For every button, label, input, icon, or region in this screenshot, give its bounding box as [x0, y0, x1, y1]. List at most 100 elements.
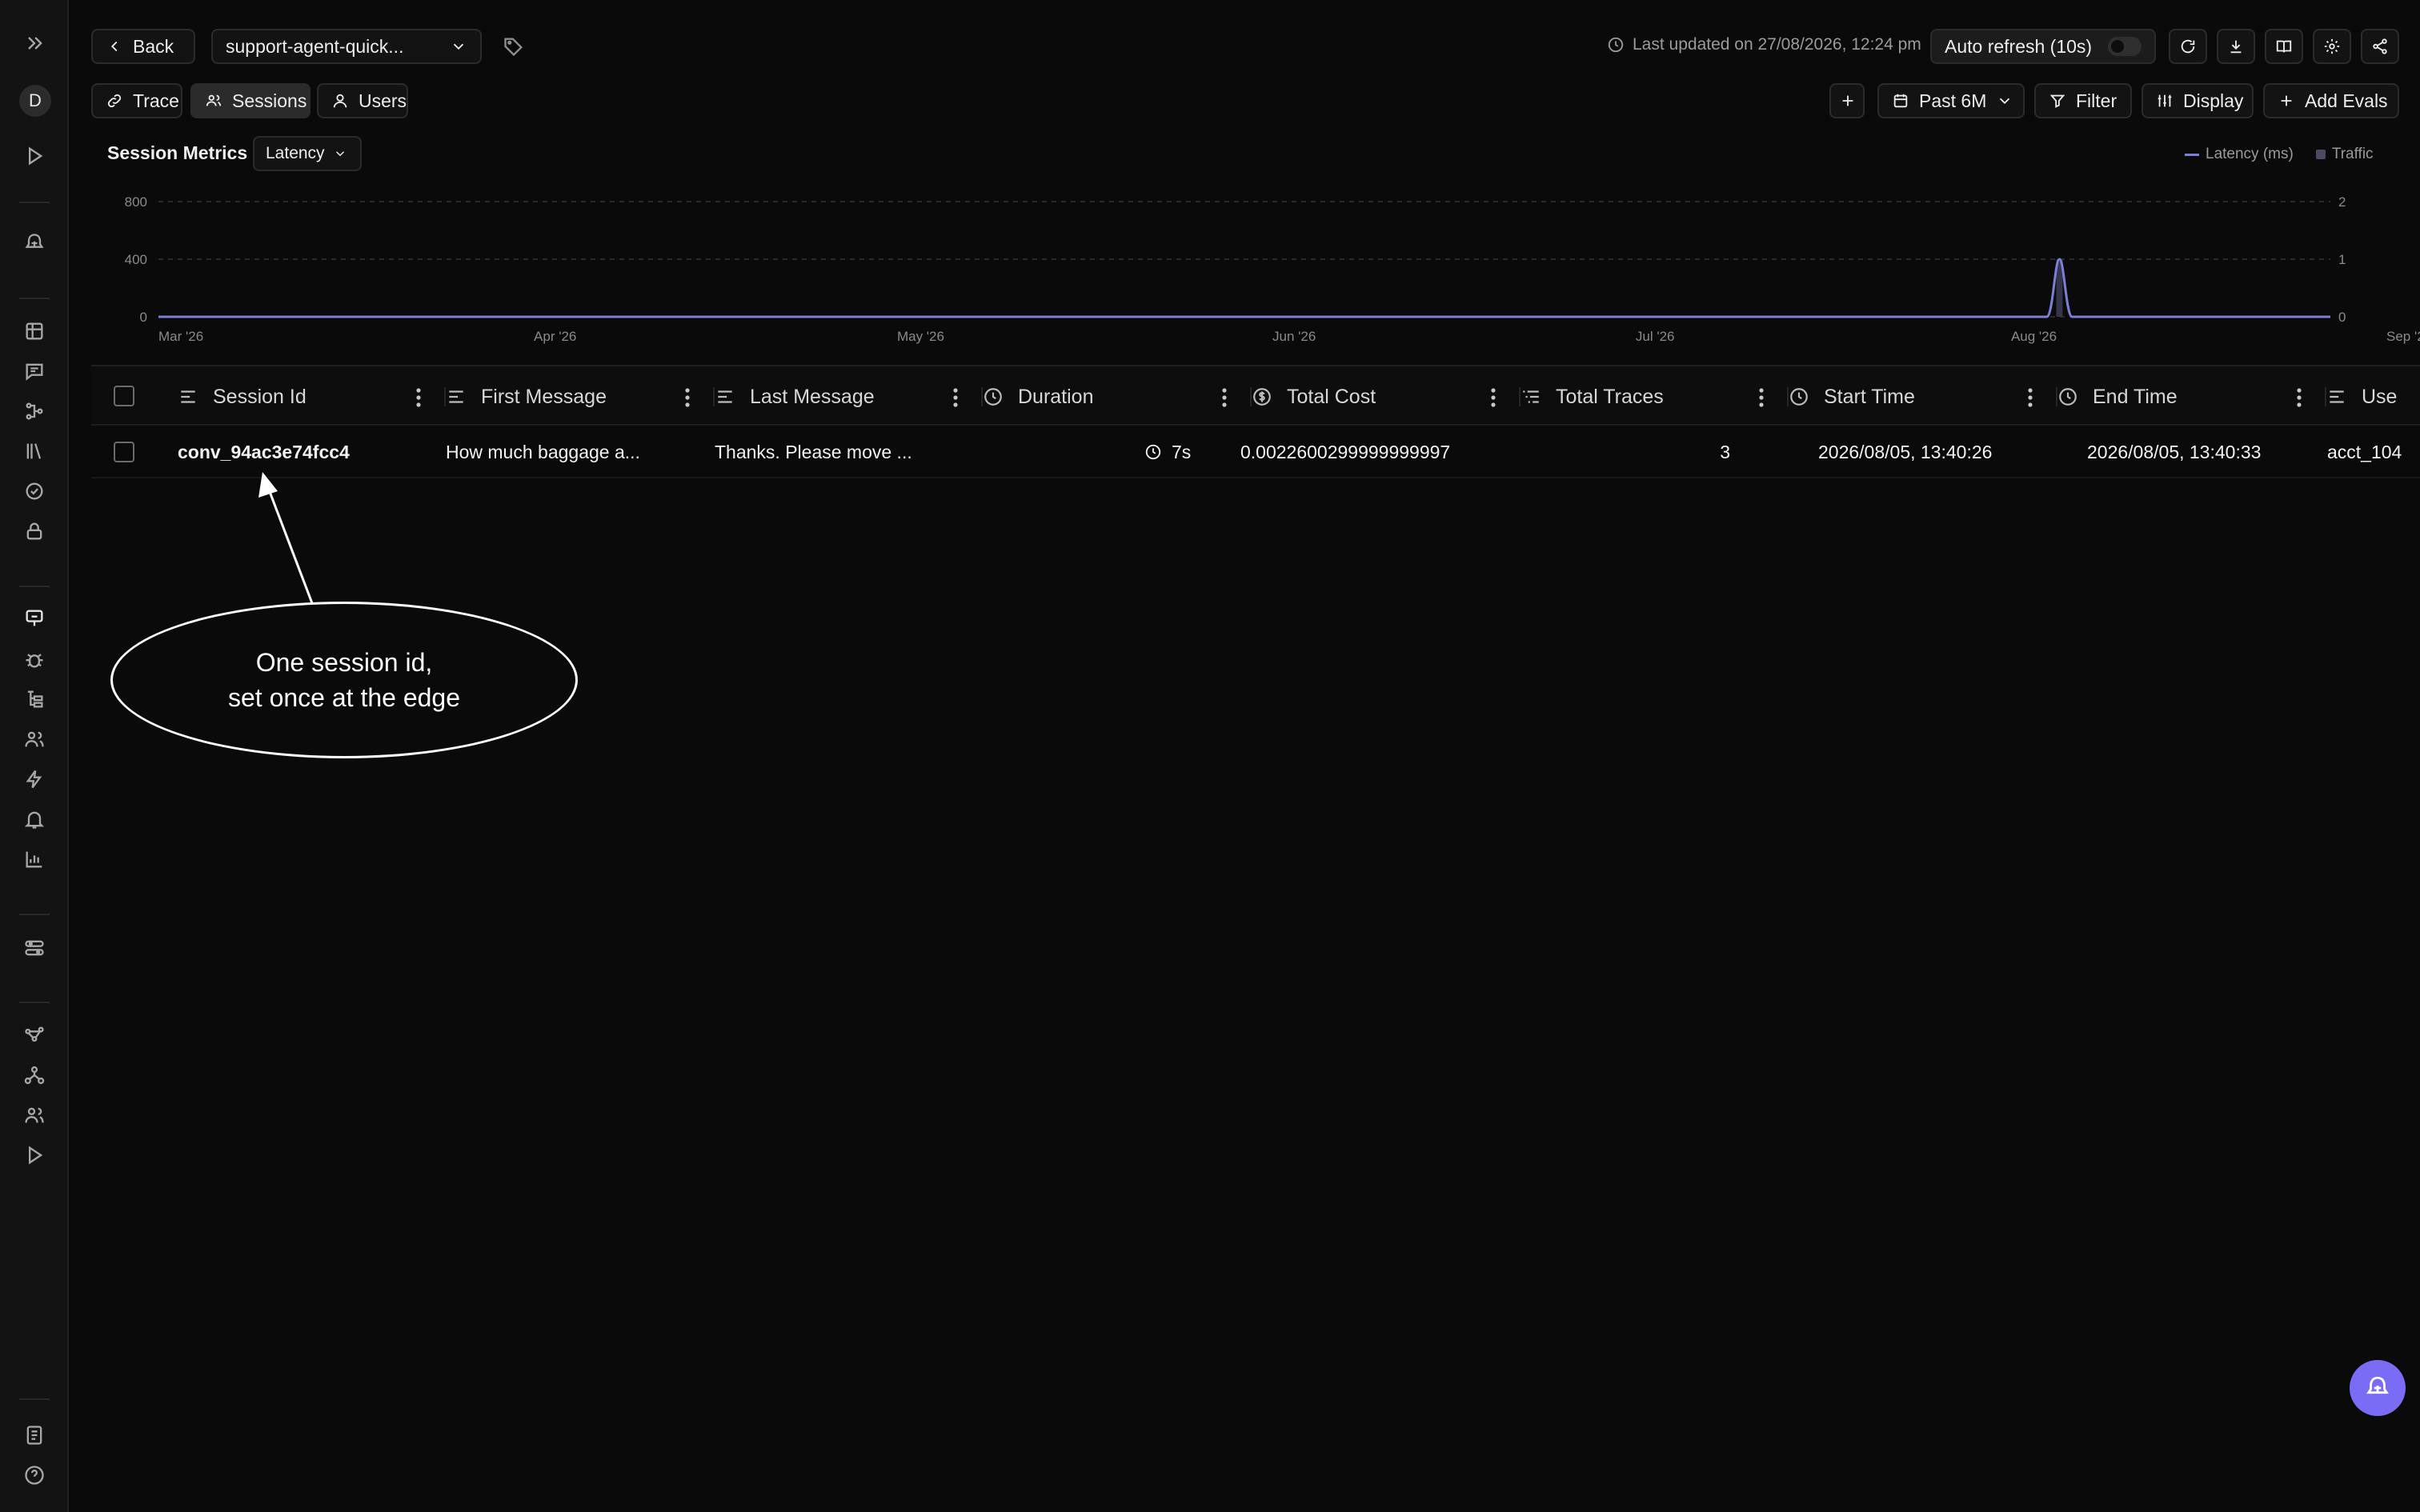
cell-session-id[interactable]: conv_94ac3e74fcc4 [178, 426, 418, 478]
display-label: Display [2183, 90, 2244, 111]
user-icon [333, 94, 347, 108]
column-header-end-time[interactable]: End Time [2057, 366, 2326, 427]
column-header-start-time[interactable]: Start Time [1789, 366, 2057, 427]
filter-label: Filter [2076, 90, 2118, 111]
add-button[interactable] [1829, 83, 1865, 118]
tab-sessions[interactable]: Sessions [190, 83, 311, 118]
column-header-session-id[interactable]: Session Id [178, 366, 446, 427]
knowledge-base-icon[interactable] [18, 434, 51, 468]
book-open-icon [2276, 40, 2292, 53]
share-button[interactable] [2361, 29, 2399, 64]
cell-duration: 7s [1144, 426, 1240, 478]
plus-icon [1842, 95, 1853, 106]
lock-icon[interactable] [18, 514, 51, 548]
users-icon[interactable] [18, 722, 51, 756]
metric-select[interactable]: Latency [253, 136, 362, 171]
download-button[interactable] [2217, 29, 2255, 64]
help-icon[interactable] [18, 1458, 51, 1492]
column-menu-icon[interactable] [2296, 387, 2302, 408]
clock-icon [1790, 388, 1808, 406]
run-icon[interactable] [18, 1138, 51, 1172]
column-menu-icon[interactable] [2027, 387, 2033, 408]
docs-button[interactable] [2265, 29, 2303, 64]
cell-end-time: 2026/08/05, 13:40:33 [2087, 441, 2262, 462]
column-header-use[interactable]: Use [2326, 366, 2420, 427]
x-axis-tick-label: Mar '26 [158, 329, 203, 344]
workflow-icon[interactable] [18, 394, 51, 428]
bug-icon[interactable] [18, 642, 51, 676]
add-evals-button[interactable]: Add Evals [2263, 83, 2399, 118]
clock-icon [984, 388, 1002, 406]
auto-refresh-switch[interactable] [2108, 37, 2142, 56]
column-header-first-message[interactable]: First Message [446, 366, 715, 427]
row-checkbox[interactable] [114, 442, 134, 462]
column-header-label: Last Message [750, 385, 875, 408]
tab-sessions-label: Sessions [232, 90, 307, 111]
column-header-label: Use [2362, 385, 2398, 408]
list-filter-icon [1523, 390, 1539, 403]
column-menu-icon[interactable] [684, 387, 691, 408]
tab-trace[interactable]: Trace [91, 83, 182, 118]
tab-users[interactable]: Users [317, 83, 408, 118]
agents-icon[interactable] [18, 1058, 51, 1092]
column-menu-icon[interactable] [1490, 387, 1496, 408]
traces-tree-icon[interactable] [18, 682, 51, 716]
users-icon [206, 94, 222, 106]
team-icon[interactable] [18, 1098, 51, 1132]
plus-icon [2281, 95, 2292, 106]
x-axis-tick-label: Apr '26 [534, 329, 576, 344]
rail-divider [19, 914, 50, 915]
date-range-select[interactable]: Past 6M [1877, 83, 2025, 118]
session-metrics-title: Session Metrics [107, 142, 248, 163]
filter-button[interactable]: Filter [2034, 83, 2132, 118]
expand-sidebar-icon[interactable] [18, 26, 51, 60]
integrations-icon[interactable] [18, 1018, 51, 1052]
column-header-duration[interactable]: Duration [983, 366, 1252, 427]
left-rail: D [0, 0, 69, 1512]
tag-icon[interactable] [498, 30, 530, 62]
project-select[interactable]: support-agent-quick... [211, 29, 482, 64]
alerts-icon[interactable] [18, 802, 51, 836]
optimize-icon[interactable] [18, 762, 51, 796]
column-header-label: Total Traces [1556, 385, 1664, 408]
back-button[interactable]: Back [91, 29, 195, 64]
evals-icon[interactable] [18, 474, 51, 508]
monitor-icon[interactable] [18, 602, 51, 635]
column-header-last-message[interactable]: Last Message [715, 366, 983, 427]
display-button[interactable]: Display [2142, 83, 2254, 118]
column-menu-icon[interactable] [1221, 387, 1228, 408]
settings-sliders-icon[interactable] [18, 931, 51, 965]
column-header-total-cost[interactable]: Total Cost [1252, 366, 1521, 427]
chevron-down-icon [2000, 98, 2010, 105]
date-range-label: Past 6M [1919, 90, 1987, 111]
dataset-icon[interactable] [18, 314, 51, 348]
avatar[interactable]: D [19, 85, 51, 117]
y2-axis-tick-label: 2 [2338, 194, 2346, 210]
docs-icon[interactable] [18, 1418, 51, 1452]
column-header-total-traces[interactable]: Total Traces [1521, 366, 1789, 427]
sliders-icon [2158, 94, 2172, 107]
column-menu-icon[interactable] [1758, 387, 1765, 408]
table-header: Session Id First Message Last Message Durat… [91, 365, 2420, 426]
legend-swatch-traffic [2315, 150, 2326, 159]
text-lines-icon [449, 390, 463, 403]
prompt-icon[interactable] [18, 354, 51, 388]
column-menu-icon[interactable] [952, 387, 959, 408]
select-all-checkbox[interactable] [114, 386, 134, 406]
table-row[interactable]: conv_94ac3e74fcc4 How much baggage a... … [91, 426, 2420, 478]
cell-last-message: Thanks. Please move ... [715, 441, 912, 462]
dashboard-icon[interactable] [18, 842, 51, 876]
settings-button[interactable] [2313, 29, 2351, 64]
tab-trace-label: Trace [133, 90, 179, 111]
legend-label-traffic: Traffic [2331, 146, 2374, 162]
column-header-label: Session Id [213, 385, 307, 408]
support-chat-button[interactable] [2350, 1360, 2406, 1416]
auto-refresh-toggle[interactable]: Auto refresh (10s) [1930, 29, 2156, 64]
y2-axis-tick-label: 0 [2338, 310, 2346, 325]
play-icon[interactable] [18, 139, 51, 173]
observe-icon[interactable] [18, 226, 51, 260]
refresh-button[interactable] [2169, 29, 2207, 64]
column-menu-icon[interactable] [415, 387, 422, 408]
x-axis-tick-label: Sep '26 [2386, 329, 2420, 344]
dollar-icon [1253, 388, 1271, 406]
